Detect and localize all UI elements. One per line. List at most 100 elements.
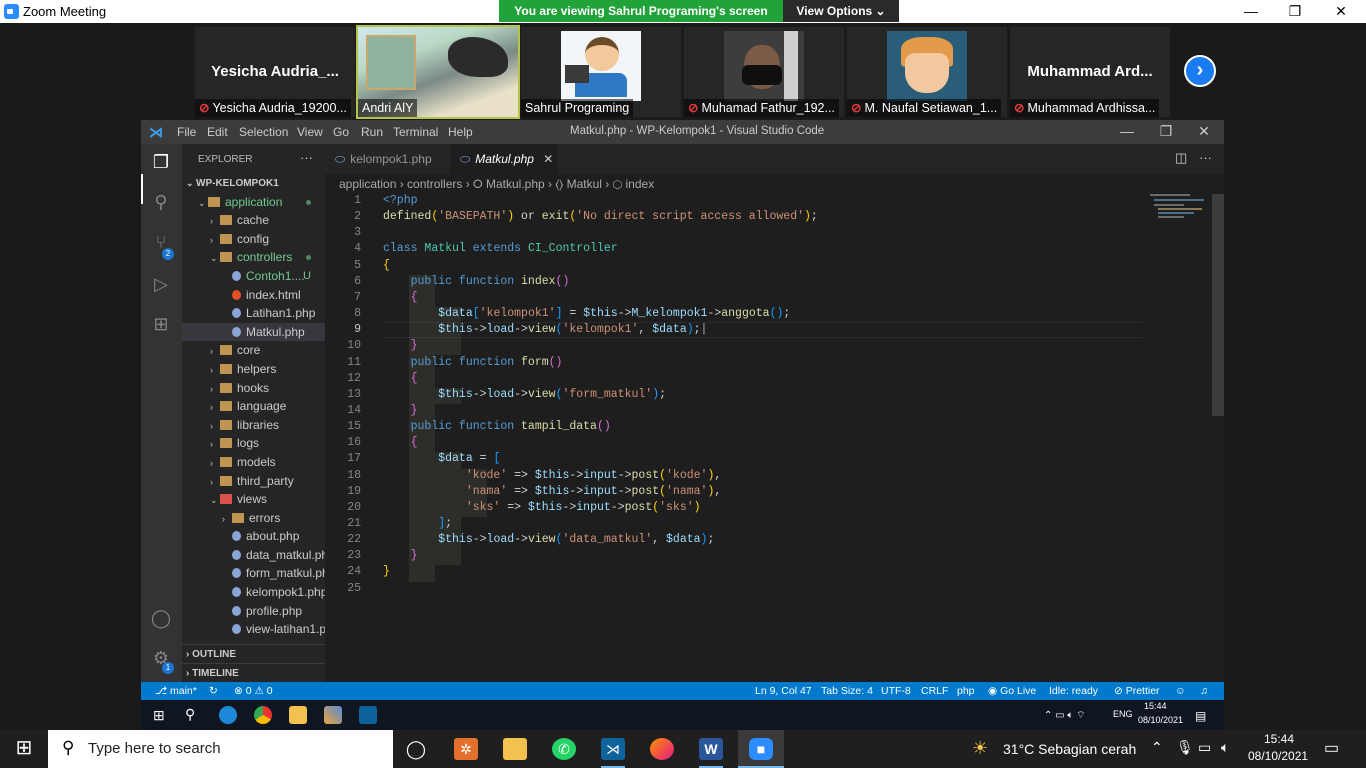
- code-line[interactable]: $this->load->view('data_matkul', $data);: [383, 533, 714, 546]
- whatsapp-icon[interactable]: ✆: [552, 738, 576, 760]
- menu-view[interactable]: View: [297, 125, 323, 139]
- notifications-bell-icon[interactable]: ♫: [1200, 685, 1208, 697]
- battery-icon[interactable]: ▭: [1198, 739, 1211, 756]
- code-line[interactable]: {: [383, 291, 418, 304]
- outline-section[interactable]: › OUTLINE: [182, 644, 325, 663]
- zoom-icon[interactable]: ■: [749, 738, 773, 760]
- file-tree-item[interactable]: › models: [182, 453, 325, 472]
- code-line[interactable]: 'sks' => $this->input->post('sks'): [383, 501, 701, 514]
- code-line[interactable]: class Matkul extends CI_Controller: [383, 242, 618, 255]
- file-tree-item[interactable]: about.php: [182, 527, 325, 546]
- word-icon[interactable]: W: [699, 738, 723, 760]
- editor-more-icon[interactable]: ···: [1199, 150, 1212, 165]
- split-editor-icon[interactable]: ◫: [1175, 150, 1187, 166]
- go-live-button[interactable]: ◉ Go Live: [988, 685, 1036, 697]
- view-options-button[interactable]: View Options ⌄: [783, 0, 899, 22]
- file-tree-item[interactable]: ⌄ application: [182, 193, 325, 212]
- explorer-more-icon[interactable]: ···: [300, 150, 313, 165]
- code-line[interactable]: public function tampil_data(): [383, 420, 611, 433]
- file-tree-item[interactable]: › cache: [182, 211, 325, 230]
- vscode-taskbar-icon[interactable]: ⋊: [601, 738, 625, 760]
- clock-date[interactable]: 08/10/2021: [1248, 749, 1308, 763]
- menu-help[interactable]: Help: [448, 125, 473, 139]
- feedback-icon[interactable]: ☺: [1175, 685, 1186, 697]
- menu-run[interactable]: Run: [361, 125, 383, 139]
- remote-edge-icon[interactable]: [219, 706, 237, 724]
- notification-center-icon[interactable]: ▭: [1324, 738, 1339, 758]
- file-tree-item[interactable]: ⌄ controllers: [182, 248, 325, 267]
- file-tree-item[interactable]: kelompok1.php: [182, 583, 325, 602]
- participant-tile[interactable]: Andri AlY: [356, 25, 520, 119]
- code-line[interactable]: $data['kelompok1'] = $this->M_kelompok1-…: [383, 307, 790, 320]
- code-line[interactable]: <?php: [383, 194, 418, 207]
- file-tree-item[interactable]: Contoh1.... U: [182, 267, 325, 286]
- remote-notification-icon[interactable]: ▤: [1195, 709, 1206, 723]
- explorer-files-icon[interactable]: ❐: [149, 152, 173, 176]
- eol-status[interactable]: CRLF: [921, 685, 948, 697]
- code-line[interactable]: {: [383, 436, 418, 449]
- code-line[interactable]: }: [383, 404, 418, 417]
- restore-button[interactable]: ❐: [1272, 0, 1318, 23]
- participant-tile[interactable]: ⊘ M. Naufal Setiawan_1...: [847, 27, 1007, 117]
- editor-scrollbar[interactable]: [1212, 194, 1224, 416]
- menu-file[interactable]: File: [177, 125, 196, 139]
- volume-icon[interactable]: 🔈︎: [1221, 739, 1229, 756]
- menu-terminal[interactable]: Terminal: [393, 125, 438, 139]
- remote-windows-start-icon[interactable]: ⊞: [153, 707, 165, 724]
- participant-tile[interactable]: Yesicha Audria_... ⊘ Yesicha Audria_19200…: [195, 27, 355, 117]
- code-line[interactable]: ];: [383, 517, 452, 530]
- code-line[interactable]: }: [383, 565, 390, 578]
- cursor-position[interactable]: Ln 9, Col 47: [755, 685, 812, 697]
- file-tree-item[interactable]: › language: [182, 397, 325, 416]
- remote-chrome-icon[interactable]: [254, 706, 272, 724]
- extensions-icon[interactable]: ⊞: [149, 314, 173, 338]
- participant-tile[interactable]: ⊘ Muhamad Fathur_192...: [684, 27, 844, 117]
- file-tree-item[interactable]: › third_party: [182, 472, 325, 491]
- close-button[interactable]: ✕: [1318, 0, 1364, 23]
- run-debug-icon[interactable]: ▷: [149, 274, 173, 298]
- participant-tile[interactable]: Muhammad Ard... ⊘ Muhammad Ardhissa...: [1010, 27, 1170, 117]
- encoding-status[interactable]: UTF-8: [881, 685, 911, 697]
- timeline-section[interactable]: › TIMELINE: [182, 663, 325, 682]
- menu-edit[interactable]: Edit: [207, 125, 228, 139]
- remote-app-icon[interactable]: [324, 706, 342, 724]
- windows-start-icon[interactable]: ⊞: [12, 737, 36, 759]
- code-line[interactable]: public function form(): [383, 356, 563, 369]
- code-line[interactable]: }: [383, 339, 418, 352]
- firefox-icon[interactable]: [650, 738, 674, 760]
- file-tree-item[interactable]: › core: [182, 341, 325, 360]
- search-icon[interactable]: ⚲: [149, 192, 173, 216]
- next-participants-arrow-icon[interactable]: ›: [1184, 55, 1216, 87]
- tab-kelompok1[interactable]: ⬭ kelompok1.php: [325, 144, 449, 174]
- sync-icon[interactable]: ↻: [209, 685, 218, 697]
- task-view-icon[interactable]: ◯: [404, 738, 428, 760]
- file-tree-item[interactable]: › errors: [182, 509, 325, 528]
- root-folder[interactable]: ⌄ WP-KELOMPOK1: [182, 174, 325, 193]
- vscode-minimize-button[interactable]: —: [1110, 123, 1144, 139]
- file-tree-item[interactable]: view-latihan1.p...: [182, 620, 325, 639]
- file-tree-item[interactable]: profile.php: [182, 602, 325, 621]
- code-line[interactable]: $data = [: [383, 452, 500, 465]
- code-line[interactable]: public function index(): [383, 275, 570, 288]
- file-tree-item[interactable]: › logs: [182, 434, 325, 453]
- tab-matkul[interactable]: ⬭ Matkul.php ✕: [450, 144, 558, 174]
- code-line[interactable]: $this->load->view('kelompok1', $data);|: [383, 323, 707, 336]
- minimize-button[interactable]: —: [1228, 0, 1274, 23]
- accounts-icon[interactable]: ◯: [149, 608, 173, 632]
- tab-close-icon[interactable]: ✕: [543, 152, 553, 166]
- code-line[interactable]: {: [383, 372, 418, 385]
- language-status[interactable]: php: [957, 685, 975, 697]
- prettier-status[interactable]: ⊘ Prettier: [1114, 685, 1160, 697]
- tray-chevron-icon[interactable]: ⌃: [1151, 739, 1163, 756]
- taskbar-search[interactable]: ⚲ Type here to search: [48, 730, 393, 768]
- weather-text[interactable]: 31°C Sebagian cerah: [1003, 741, 1136, 757]
- file-tree-item[interactable]: ⌄ views: [182, 490, 325, 509]
- remote-vscode-icon[interactable]: [359, 706, 377, 724]
- file-tree-item[interactable]: form_matkul.php: [182, 564, 325, 583]
- clock-time[interactable]: 15:44: [1264, 732, 1294, 746]
- participant-tile[interactable]: Sahrul Programing: [521, 27, 681, 117]
- file-tree-item[interactable]: Latihan1.php: [182, 304, 325, 323]
- branch-status[interactable]: ⎇ main*: [155, 685, 197, 697]
- file-tree-item[interactable]: data_matkul.php: [182, 546, 325, 565]
- microphone-icon[interactable]: 🎙︎: [1176, 739, 1194, 756]
